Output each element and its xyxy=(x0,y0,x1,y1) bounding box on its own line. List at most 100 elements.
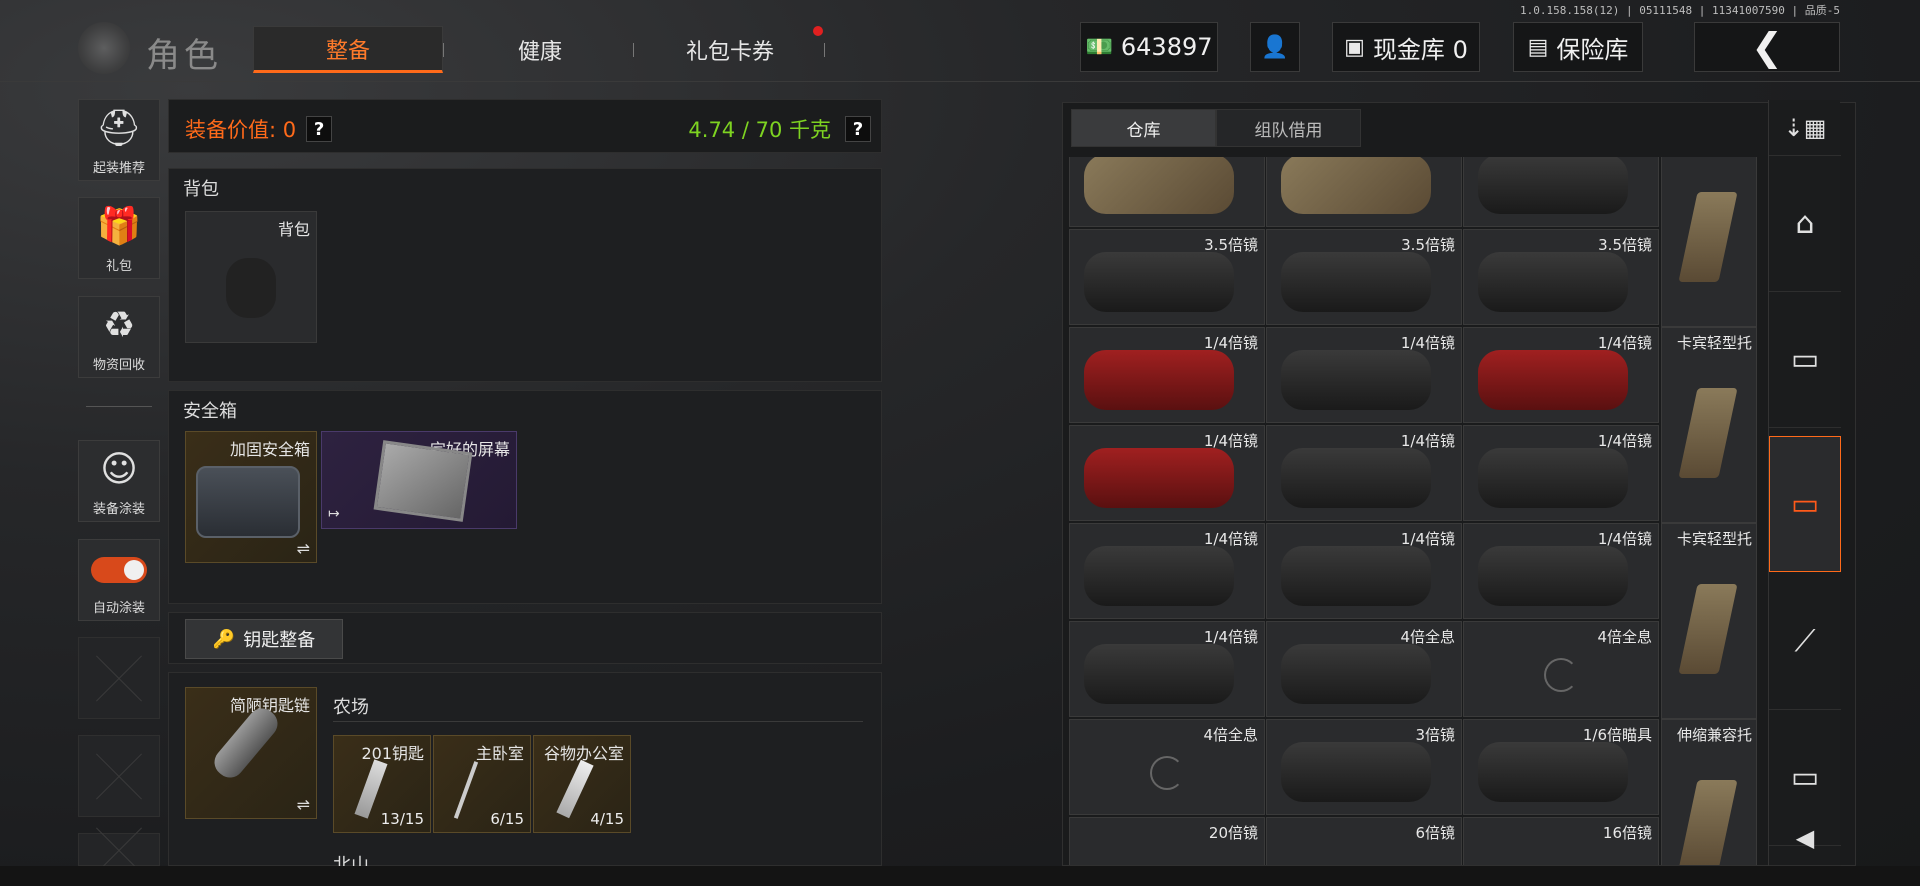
scope-icon xyxy=(1478,350,1628,410)
key-item-count: 4/15 xyxy=(590,810,624,828)
warehouse-item[interactable]: 16倍镜 xyxy=(1463,817,1659,865)
stock-item[interactable]: 卡宾轻型托 xyxy=(1661,523,1757,719)
warehouse-item[interactable]: 1/4倍镜 xyxy=(1463,327,1659,423)
warehouse-item[interactable]: 4倍全息 xyxy=(1069,719,1265,815)
equip-value-help-button[interactable]: ? xyxy=(306,116,333,142)
keychain-slot[interactable]: 简陋钥匙链 ⇌ xyxy=(185,687,317,819)
key-item-count: 6/15 xyxy=(490,810,524,828)
crate-icon[interactable]: ▭ xyxy=(1769,292,1841,428)
warehouse-item[interactable]: 1/4倍镜 xyxy=(1069,425,1265,521)
stock-icon xyxy=(1678,780,1738,865)
toggle-icon[interactable] xyxy=(91,557,147,583)
warehouse-item[interactable]: 3.5倍镜 xyxy=(1069,229,1265,325)
scope-icon xyxy=(1084,350,1234,410)
stock-column: 卡宾轻型托卡宾轻型托卡宾轻型托伸缩兼容托 xyxy=(1661,157,1757,865)
weight-help-button[interactable]: ? xyxy=(845,116,871,142)
safebox-case-icon xyxy=(196,466,300,538)
equip-value-label: 装备价值: 0 xyxy=(185,118,297,142)
backpack-section: 背包 背包 xyxy=(168,168,882,382)
tab-warehouse[interactable]: 仓库 xyxy=(1071,109,1216,147)
bottom-bar xyxy=(0,866,1920,886)
warehouse-item-name: 4倍全息 xyxy=(1597,628,1652,646)
support-button[interactable]: 👤 xyxy=(1250,22,1300,72)
insurance-label: 保险库 xyxy=(1556,35,1629,64)
cash-vault-button[interactable]: ▣ 现金库 0 xyxy=(1332,22,1480,72)
tab-loadout[interactable]: 整备 xyxy=(253,26,443,73)
equipment-skin-button[interactable]: ☺ 装备涂装 xyxy=(78,440,160,522)
sort-icon[interactable]: ⇣▦ xyxy=(1769,100,1841,156)
rifle-icon[interactable]: ⟋ xyxy=(1769,574,1841,710)
tab-health[interactable]: 健康 xyxy=(445,26,635,73)
gift-icon: 🎁 xyxy=(96,206,142,247)
key-item[interactable]: 谷物办公室 4/15 xyxy=(533,735,631,833)
warehouse-item[interactable]: 1/4倍镜 xyxy=(1463,425,1659,521)
safebox-slot[interactable]: 加固安全箱 ⇌ xyxy=(185,431,317,563)
warehouse-item[interactable]: 3.5倍镜 xyxy=(1266,229,1462,325)
tab-team-borrow[interactable]: 组队借用 xyxy=(1216,109,1361,147)
warehouse-item[interactable]: 3倍全息镜 xyxy=(1266,157,1462,227)
loadout-recommend-button[interactable]: ⛑ 起装推荐 xyxy=(78,99,160,181)
warehouse-item[interactable]: 4倍全息 xyxy=(1463,621,1659,717)
warehouse-item[interactable]: 1/4倍镜 xyxy=(1069,327,1265,423)
safebox-item-slot[interactable]: 完好的屏幕 ↦ xyxy=(321,431,517,529)
collapse-arrow-icon[interactable]: ◀ xyxy=(1769,810,1841,866)
warehouse-item[interactable]: 3.5倍镜 xyxy=(1463,157,1659,227)
tab-gift-coupons[interactable]: 礼包卡券 xyxy=(635,26,825,73)
scope-icon xyxy=(1281,546,1431,606)
warehouse-item[interactable]: 1/4倍镜 xyxy=(1266,327,1462,423)
warehouse-item[interactable]: 4倍全息 xyxy=(1266,621,1462,717)
warehouse-item[interactable]: 1/4倍镜 xyxy=(1266,425,1462,521)
warehouse-item[interactable]: 1/4倍镜 xyxy=(1266,523,1462,619)
gift-button[interactable]: 🎁 礼包 xyxy=(78,197,160,279)
key-loadout-button[interactable]: 🔑 钥匙整备 xyxy=(185,619,343,659)
back-arrow-icon: ❮ xyxy=(1751,25,1783,69)
warehouse-item[interactable]: 3倍镜 xyxy=(1266,719,1462,815)
empty-slot xyxy=(78,637,160,719)
auto-skin-label: 自动涂装 xyxy=(92,601,145,616)
warehouse-item[interactable]: 3.5倍镜 xyxy=(1463,229,1659,325)
empty-slot xyxy=(78,735,160,817)
scope-icon xyxy=(1478,742,1628,802)
swap-icon[interactable]: ⇌ xyxy=(297,795,310,814)
key-item[interactable]: 201钥匙 13/15 xyxy=(333,735,431,833)
scope-icon xyxy=(1544,658,1578,692)
notification-dot-icon xyxy=(813,26,823,36)
cash-vault-label: 现金库 0 xyxy=(1372,35,1468,64)
stock-icon xyxy=(1678,192,1738,282)
key-item[interactable]: 主卧室 6/15 xyxy=(433,735,531,833)
auto-skin-toggle[interactable]: 自动涂装 xyxy=(78,539,160,621)
warehouse-grid: 3倍全息镜3倍全息镜3.5倍镜3.5倍镜3.5倍镜3.5倍镜1/4倍镜1/4倍镜… xyxy=(1069,157,1659,865)
warehouse-item[interactable]: 20倍镜 xyxy=(1069,817,1265,865)
stock-item-name: 伸缩兼容托 xyxy=(1676,726,1752,744)
back-button[interactable]: ❮ xyxy=(1694,22,1840,72)
backpack-slot-label: 背包 xyxy=(277,220,310,239)
warehouse-item[interactable]: 1/4倍镜 xyxy=(1069,621,1265,717)
warehouse-item[interactable]: 1/4倍镜 xyxy=(1463,523,1659,619)
warehouse-item[interactable]: 6倍镜 xyxy=(1266,817,1462,865)
key-loadout-label: 钥匙整备 xyxy=(243,630,316,651)
scope-icon xyxy=(1281,252,1431,312)
backpack-title: 背包 xyxy=(183,179,219,200)
warehouse-item-name: 20倍镜 xyxy=(1208,824,1258,842)
warehouse-item[interactable]: 1/4倍镜 xyxy=(1069,523,1265,619)
scope-icon xyxy=(1084,546,1234,606)
swap-icon[interactable]: ⇌ xyxy=(297,539,310,558)
recycle-button[interactable]: ♻ 物资回收 xyxy=(78,296,160,378)
scope-icon xyxy=(1084,252,1234,312)
recycle-icon: ♻ xyxy=(102,305,136,346)
right-nav: ⇣▦ ⌂ ▭ ▭ ⟋ ▭ ◀ xyxy=(1768,100,1841,866)
tab-gift-coupons-label: 礼包卡券 xyxy=(685,39,774,65)
insurance-button[interactable]: ▤ 保险库 xyxy=(1513,22,1643,72)
stock-item[interactable]: 卡宾轻型托 xyxy=(1661,157,1757,327)
loadout-recommend-label: 起装推荐 xyxy=(92,161,145,176)
divider xyxy=(443,43,444,57)
backpack-slot[interactable]: 背包 xyxy=(185,211,317,343)
home-icon[interactable]: ⌂ xyxy=(1769,156,1841,292)
loadout-header: 装备价值: 0 ? 4.74 / 70 千克 ? xyxy=(168,99,882,153)
crate-active-icon[interactable]: ▭ xyxy=(1769,436,1841,572)
warehouse-item[interactable]: 1/6倍瞄具 xyxy=(1463,719,1659,815)
stock-item[interactable]: 伸缩兼容托 xyxy=(1661,719,1757,865)
stock-item[interactable]: 卡宾轻型托 xyxy=(1661,327,1757,523)
warehouse-item[interactable]: 3倍全息镜 xyxy=(1069,157,1265,227)
scope-icon xyxy=(1084,157,1234,214)
